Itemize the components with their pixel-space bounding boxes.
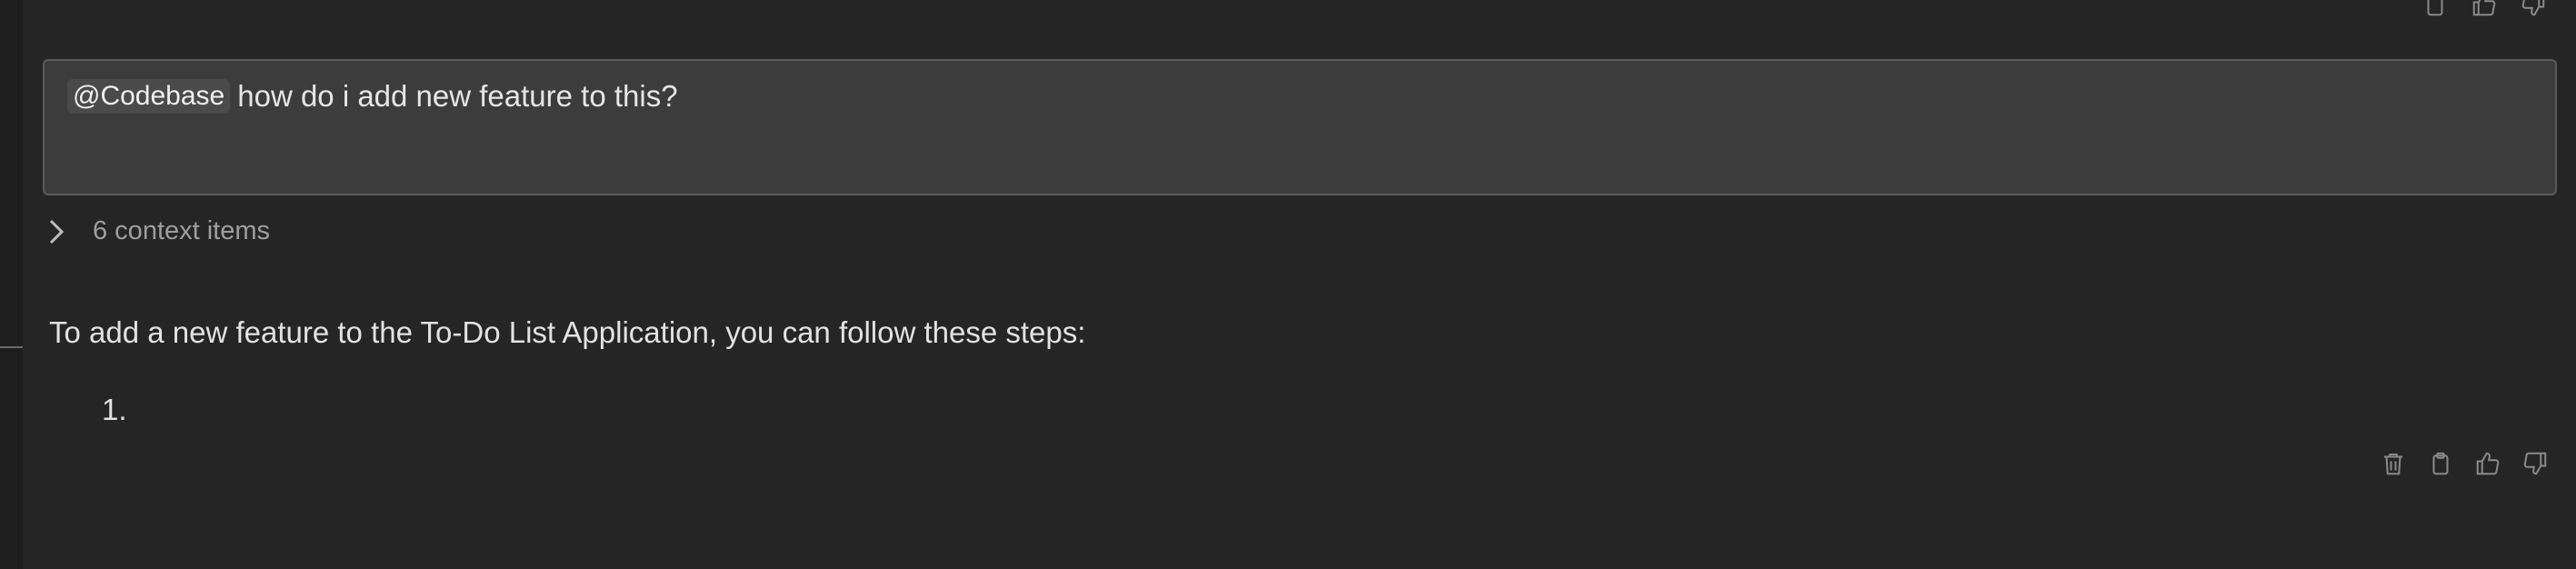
input-content[interactable]: @Codebase how do i add new feature to th… [67,79,678,114]
list-item: 1. [102,393,127,426]
copy-button[interactable] [2425,448,2456,479]
input-text: how do i add new feature to this? [237,79,678,113]
chat-input-box[interactable]: @Codebase how do i add new feature to th… [43,59,2557,195]
context-items-toggle[interactable]: 6 context items [45,216,270,246]
copy-button[interactable] [2420,0,2451,20]
thumbs-up-icon [2476,452,2500,475]
thumbs-down-button[interactable] [2520,448,2551,479]
chevron-right-icon [49,219,65,244]
thumbs-up-button[interactable] [2472,448,2503,479]
clipboard-icon [2427,0,2443,16]
left-gutter [0,0,23,569]
thumbs-down-button[interactable] [2518,0,2549,20]
previous-message-actions [2420,0,2549,20]
gutter-marker [0,346,23,348]
response-actions [2378,448,2551,479]
assistant-response-text: To add a new feature to the To-Do List A… [49,315,1086,349]
codebase-mention-chip[interactable]: @Codebase [67,79,231,114]
thumbs-down-icon [2523,452,2547,475]
thumbs-up-icon [2472,0,2496,16]
delete-button[interactable] [2378,448,2409,479]
context-items-label: 6 context items [93,216,271,245]
clipboard-icon [2432,452,2449,475]
thumbs-up-button[interactable] [2469,0,2500,20]
trash-icon [2384,454,2402,475]
thumbs-down-icon [2521,0,2545,16]
